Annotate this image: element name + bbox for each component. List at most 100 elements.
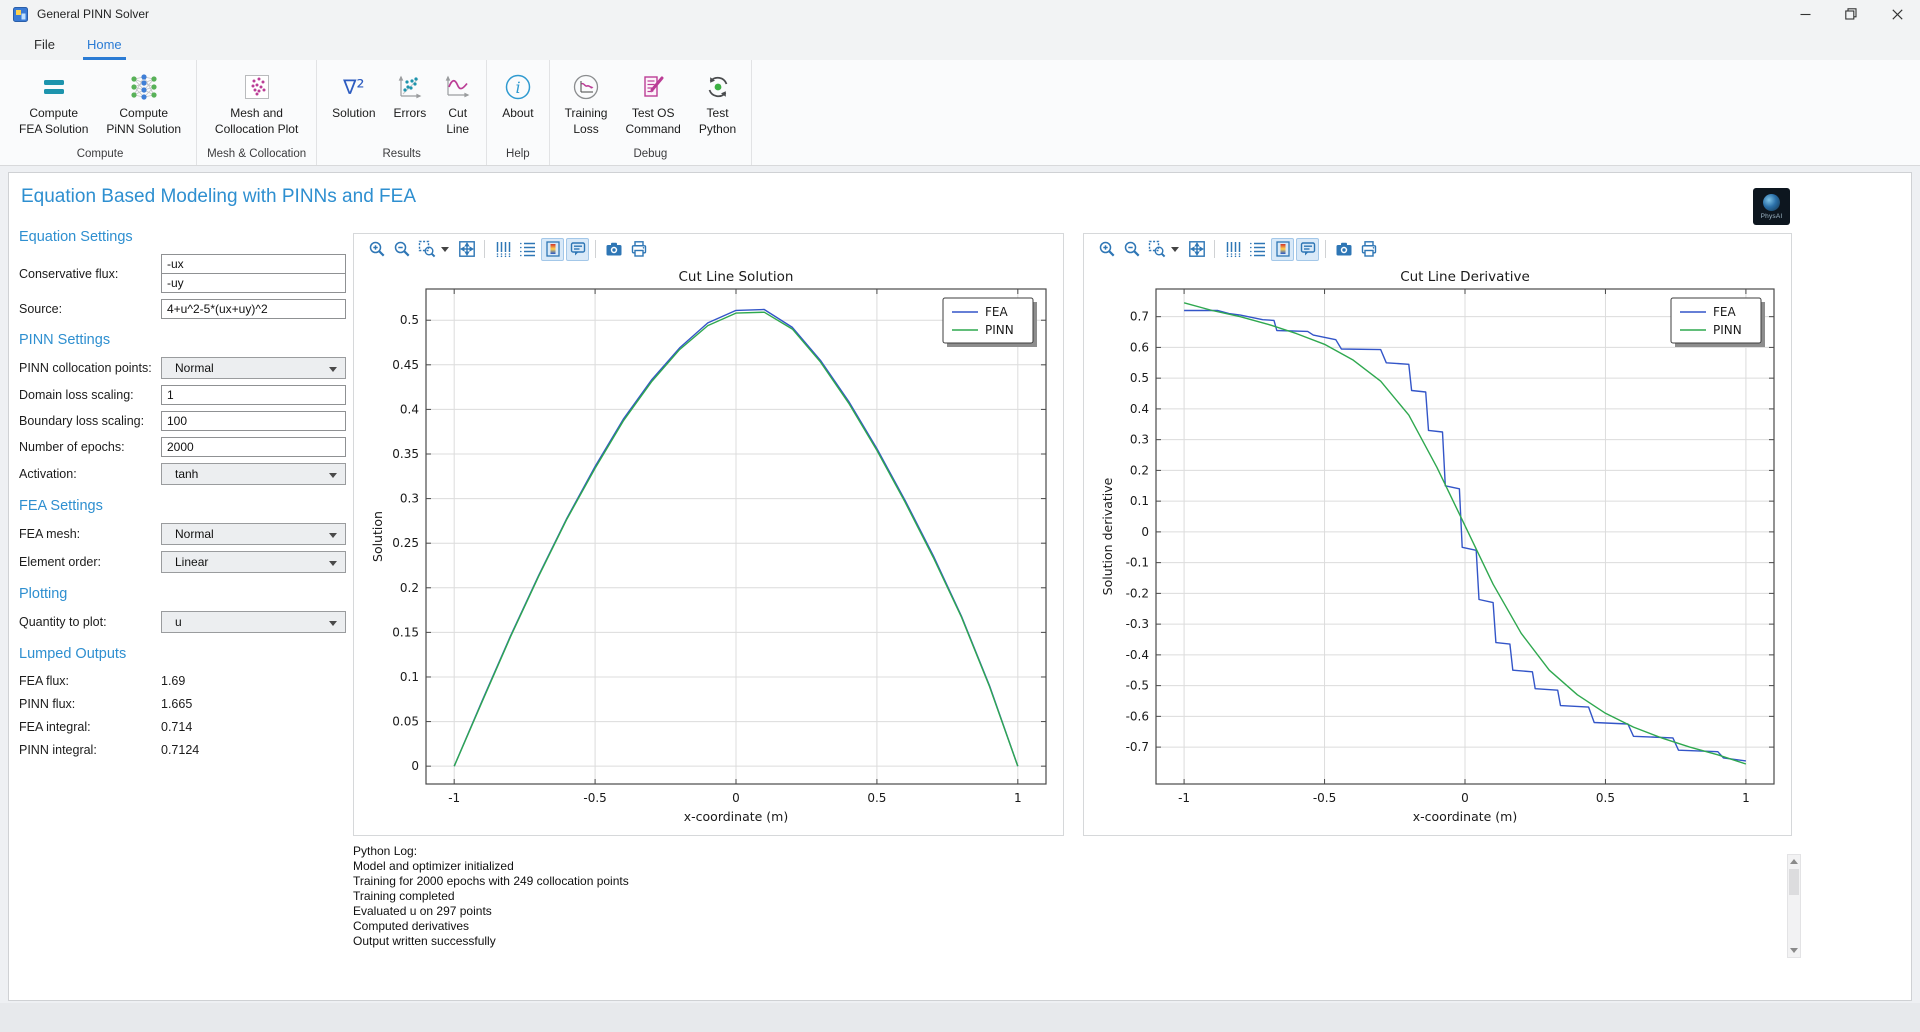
zoom-out-icon[interactable] xyxy=(1120,238,1143,261)
zoom-options-caret-icon[interactable] xyxy=(441,247,449,252)
test-python-button[interactable]: Test Python xyxy=(690,67,745,138)
svg-text:Cut Line Solution: Cut Line Solution xyxy=(679,269,794,285)
log-scrollbar[interactable] xyxy=(1787,854,1801,958)
colorbar-toggle-icon[interactable] xyxy=(541,238,564,261)
y-grid-icon[interactable] xyxy=(1246,238,1269,261)
zoom-in-icon[interactable] xyxy=(1095,238,1118,261)
collocation-scatter-icon xyxy=(244,69,270,105)
svg-text:-1: -1 xyxy=(448,791,460,805)
svg-text:1: 1 xyxy=(1742,791,1750,805)
cut-line-button[interactable]: Cut Line xyxy=(435,67,480,138)
zoom-box-icon[interactable] xyxy=(415,238,438,261)
x-grid-icon[interactable] xyxy=(491,238,514,261)
snapshot-icon[interactable] xyxy=(1332,238,1355,261)
svg-text:0.05: 0.05 xyxy=(392,715,419,729)
svg-text:0.5: 0.5 xyxy=(867,791,886,805)
zoom-in-icon[interactable] xyxy=(365,238,388,261)
fea-integral-value: 0.714 xyxy=(161,720,192,734)
plotting-title: Plotting xyxy=(19,586,351,602)
compute-pinn-solution-button[interactable]: Compute PiNN Solution xyxy=(97,67,190,138)
ribbon-group-label: Compute xyxy=(10,147,190,165)
source-input[interactable] xyxy=(161,299,346,319)
chevron-down-icon xyxy=(329,621,337,626)
svg-text:1: 1 xyxy=(1014,791,1022,805)
page-title: Equation Based Modeling with PINNs and F… xyxy=(21,186,416,208)
scroll-down-icon[interactable] xyxy=(1788,944,1800,957)
svg-text:FEA: FEA xyxy=(1713,305,1736,319)
x-grid-icon[interactable] xyxy=(1221,238,1244,261)
zoom-out-icon[interactable] xyxy=(390,238,413,261)
number-of-epochs-input[interactable] xyxy=(161,437,346,457)
svg-text:-0.5: -0.5 xyxy=(583,791,606,805)
derivative-chart[interactable]: -1-0.500.51-0.7-0.6-0.5-0.4-0.3-0.2-0.10… xyxy=(1084,264,1791,837)
svg-text:PINN: PINN xyxy=(1713,323,1742,337)
fea-mesh-select[interactable]: Normal xyxy=(161,523,346,545)
test-os-command-button[interactable]: Test OS Command xyxy=(616,67,689,138)
restore-button[interactable] xyxy=(1828,0,1874,28)
solution-button[interactable]: ∇² Solution xyxy=(323,67,384,124)
source-row: Source: xyxy=(19,299,351,319)
log-line: Evaluated u on 297 points xyxy=(353,904,1801,919)
compute-fea-solution-button[interactable]: Compute FEA Solution xyxy=(10,67,97,138)
quantity-to-plot-select[interactable]: u xyxy=(161,611,346,633)
ribbon-group-debug: Training Loss Test OS Command Test Pytho… xyxy=(550,60,753,165)
svg-text:Cut Line Derivative: Cut Line Derivative xyxy=(1400,269,1530,285)
zoom-options-caret-icon[interactable] xyxy=(1171,247,1179,252)
scroll-up-icon[interactable] xyxy=(1788,855,1800,868)
flux-y-input[interactable] xyxy=(161,273,346,293)
chevron-down-icon xyxy=(329,561,337,566)
svg-text:Solution: Solution xyxy=(370,511,385,562)
svg-text:0.1: 0.1 xyxy=(400,670,419,684)
solution-chart[interactable]: -1-0.500.5100.050.10.150.20.250.30.350.4… xyxy=(354,264,1063,837)
y-grid-icon[interactable] xyxy=(516,238,539,261)
colorbar-toggle-icon[interactable] xyxy=(1271,238,1294,261)
svg-text:0.4: 0.4 xyxy=(1130,402,1149,416)
equation-settings-title: Equation Settings xyxy=(19,229,351,245)
activation-select[interactable]: tanh xyxy=(161,463,346,485)
svg-text:i: i xyxy=(515,78,520,97)
zoom-extents-icon[interactable] xyxy=(455,238,478,261)
fea-equals-icon xyxy=(39,69,69,105)
svg-text:0.2: 0.2 xyxy=(1130,463,1149,477)
ribbon: Compute FEA Solution Compute PiNN Soluti… xyxy=(0,60,1920,166)
lumped-outputs-title: Lumped Outputs xyxy=(19,646,351,662)
print-icon[interactable] xyxy=(1357,238,1380,261)
svg-text:0.4: 0.4 xyxy=(400,402,419,416)
tooltip-toggle-icon[interactable] xyxy=(566,238,589,261)
conservative-flux-row: Conservative flux: xyxy=(19,254,351,293)
test-os-command-icon xyxy=(639,69,667,105)
pinn-flux-row: PINN flux: 1.665 xyxy=(19,694,351,713)
mesh-collocation-plot-button[interactable]: Mesh and Collocation Plot xyxy=(206,67,307,138)
training-loss-button[interactable]: Training Loss xyxy=(556,67,617,138)
activation-row: Activation: tanh xyxy=(19,463,351,485)
about-button[interactable]: i About xyxy=(493,67,542,124)
toolbar-separator xyxy=(595,240,596,258)
boundary-loss-scaling-input[interactable] xyxy=(161,411,346,431)
python-log-area: Python Log: Model and optimizer initiali… xyxy=(353,842,1801,960)
pinn-collocation-points-select[interactable]: Normal xyxy=(161,357,346,379)
svg-text:0.5: 0.5 xyxy=(400,313,419,327)
ribbon-group-label: Help xyxy=(493,147,542,165)
snapshot-icon[interactable] xyxy=(602,238,625,261)
chevron-down-icon xyxy=(329,367,337,372)
domain-loss-scaling-input[interactable] xyxy=(161,385,346,405)
tab-file[interactable]: File xyxy=(30,34,59,60)
svg-text:0.3: 0.3 xyxy=(400,492,419,506)
svg-text:0.6: 0.6 xyxy=(1130,340,1149,354)
close-button[interactable] xyxy=(1874,0,1920,28)
tooltip-toggle-icon[interactable] xyxy=(1296,238,1319,261)
bottom-strip xyxy=(0,1003,1920,1032)
minimize-button[interactable] xyxy=(1782,0,1828,28)
zoom-extents-icon[interactable] xyxy=(1185,238,1208,261)
zoom-box-icon[interactable] xyxy=(1145,238,1168,261)
toolbar-separator xyxy=(1325,240,1326,258)
element-order-select[interactable]: Linear xyxy=(161,551,346,573)
tab-home[interactable]: Home xyxy=(83,34,126,60)
flux-x-input[interactable] xyxy=(161,254,346,274)
print-icon[interactable] xyxy=(627,238,650,261)
scrollbar-thumb[interactable] xyxy=(1789,869,1799,895)
errors-button[interactable]: Errors xyxy=(385,67,436,124)
log-line: Model and optimizer initialized xyxy=(353,859,1801,874)
pinn-flux-value: 1.665 xyxy=(161,697,192,711)
plot-toolbar xyxy=(354,234,1063,264)
